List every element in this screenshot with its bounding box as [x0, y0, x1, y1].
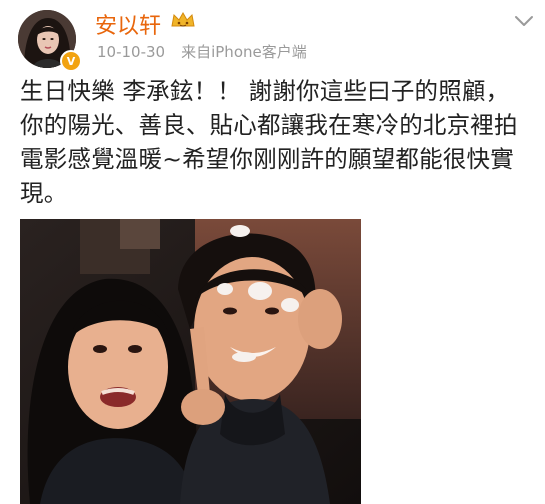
photo-two-people[interactable] [20, 219, 361, 504]
weibo-post: V 安以轩 10-10-30 来自iPhone客户端 生日快樂 李承鉉！！ 謝謝你… [0, 0, 545, 504]
post-source[interactable]: 来自iPhone客户端 [181, 43, 307, 61]
username[interactable]: 安以轩 [95, 8, 161, 40]
post-date: 10-10-30 [97, 43, 166, 61]
vip-crown-icon [171, 11, 195, 27]
post-text: 生日快樂 李承鉉！！ 謝謝你這些曰子的照顧，你的陽光、善良、貼心都讓我在寒冷的北… [20, 77, 518, 207]
verified-badge: V [60, 50, 82, 72]
post-meta: 10-10-30 来自iPhone客户端 [97, 41, 307, 62]
chevron-down-icon[interactable] [514, 14, 534, 28]
